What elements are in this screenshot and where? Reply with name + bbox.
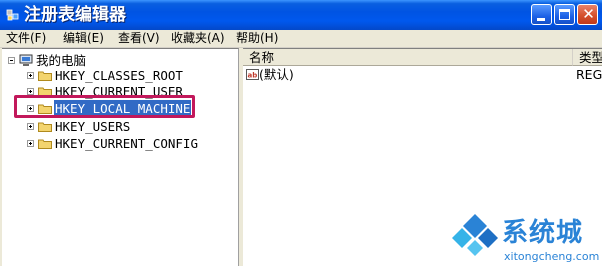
- tree-item-hkey-users[interactable]: HKEY_USERS: [26, 118, 231, 135]
- title-bar[interactable]: 注册表编辑器 ✕: [0, 0, 602, 30]
- collapse-toggle[interactable]: [8, 57, 15, 64]
- expand-toggle[interactable]: [27, 140, 34, 147]
- folder-icon: [38, 139, 52, 149]
- value-type: REG_SZ: [576, 67, 602, 82]
- window-title: 注册表编辑器: [24, 5, 126, 25]
- menu-file[interactable]: 文件(F): [6, 30, 46, 47]
- string-value-icon: ab: [246, 69, 259, 80]
- value-row[interactable]: ab (默认) REG_SZ: [243, 66, 602, 83]
- watermark-brand: 系统城: [502, 218, 584, 248]
- expand-toggle[interactable]: [27, 123, 34, 130]
- maximize-icon: [559, 9, 570, 20]
- menu-favorites[interactable]: 收藏夹(A): [171, 30, 225, 47]
- column-header-type[interactable]: 类型: [573, 49, 602, 66]
- expand-toggle[interactable]: [27, 88, 34, 95]
- expand-toggle[interactable]: [27, 72, 34, 79]
- tree-item-hkey-classes-root[interactable]: HKEY_CLASSES_ROOT: [26, 67, 231, 84]
- minimize-icon: [537, 18, 545, 21]
- watermark-url: xitongcheng.com: [504, 250, 600, 263]
- tree-item-label: HKEY_USERS: [55, 119, 131, 134]
- maximize-button[interactable]: [554, 4, 575, 25]
- menu-view[interactable]: 查看(V): [118, 30, 160, 47]
- site-watermark: 系统城 xitongcheng.com: [450, 208, 602, 266]
- computer-icon: [19, 54, 33, 66]
- registry-app-icon[interactable]: [6, 8, 20, 22]
- minimize-button[interactable]: [531, 4, 552, 25]
- value-name: (默认): [259, 67, 294, 82]
- menu-edit[interactable]: 编辑(E): [63, 30, 104, 47]
- tree-item-hkey-current-config[interactable]: HKEY_CURRENT_CONFIG: [26, 135, 231, 152]
- key-tree-pane[interactable]: 我的电脑 HKEY_CLASSES_ROOT HKEY_CURRENT_USER…: [2, 48, 239, 266]
- menu-bar: 文件(F) 编辑(E) 查看(V) 收藏夹(A) 帮助(H): [0, 30, 602, 48]
- svg-text:ab: ab: [248, 72, 258, 80]
- folder-icon: [38, 71, 52, 81]
- diamond-logo-icon: [452, 214, 498, 256]
- column-header-name[interactable]: 名称: [243, 49, 573, 66]
- tree-item-label: HKEY_CURRENT_CONFIG: [55, 136, 198, 151]
- tree-item-label: HKEY_CLASSES_ROOT: [55, 68, 183, 83]
- menu-help[interactable]: 帮助(H): [236, 30, 278, 47]
- registry-editor-window: 注册表编辑器 ✕ 文件(F) 编辑(E) 查看(V) 收藏夹(A) 帮助(H) …: [0, 0, 602, 266]
- folder-icon: [38, 122, 52, 132]
- close-button[interactable]: ✕: [577, 4, 598, 25]
- close-icon: ✕: [582, 5, 595, 23]
- annotation-highlight-box: [14, 95, 195, 118]
